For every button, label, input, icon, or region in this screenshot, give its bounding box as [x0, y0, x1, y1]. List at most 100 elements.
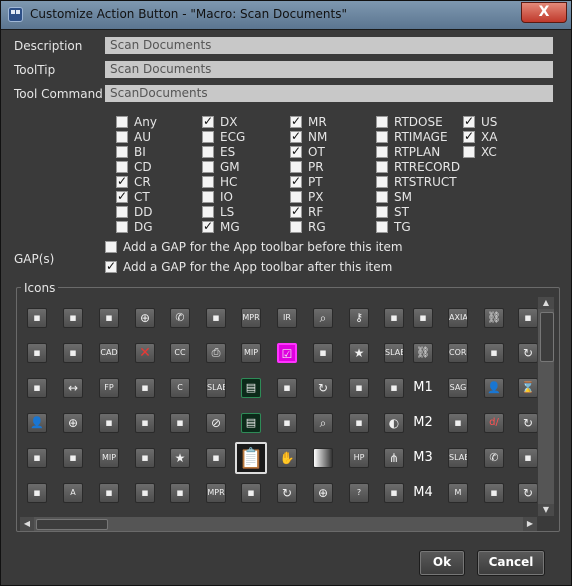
toolbar-icon-m2[interactable]: M2 [409, 413, 437, 433]
modality-checkbox-io[interactable]: IO [202, 190, 233, 204]
toolbar-icon-slab[interactable]: SLAB [448, 448, 468, 468]
hand-icon[interactable]: ✋ [277, 448, 297, 468]
checkbox-box[interactable] [376, 176, 388, 188]
modality-checkbox-rtstruct[interactable]: RTSTRUCT [376, 175, 457, 189]
stripes-icon[interactable]: ▪ [484, 343, 504, 363]
scroll-down-arrow-icon[interactable]: ▼ [538, 504, 554, 516]
vertical-scrollbar[interactable]: ▲ ▼ [538, 297, 554, 516]
double-box-icon[interactable]: ▪ [384, 483, 404, 503]
checkbox-box[interactable] [116, 161, 128, 173]
scroll-up-arrow-icon[interactable]: ▲ [538, 297, 554, 309]
circle2-icon[interactable]: ↻ [518, 483, 537, 503]
magnifier-icon[interactable]: ⌕ [313, 308, 333, 328]
checkbox-box[interactable] [202, 176, 214, 188]
modality-checkbox-ls[interactable]: LS [202, 205, 234, 219]
checkbox-box[interactable] [376, 131, 388, 143]
toolbar-icon-fp[interactable]: FP [99, 378, 119, 398]
modality-checkbox-tg[interactable]: TG [376, 220, 411, 234]
toolbar-icon-m3[interactable]: M3 [409, 448, 437, 468]
checkbox-box[interactable] [290, 174, 302, 188]
checkbox-box[interactable] [116, 189, 128, 203]
bar-icon[interactable]: ▪ [384, 378, 404, 398]
toolbar-icon-slab[interactable]: SLAB [384, 343, 404, 363]
zoom-icon[interactable]: ⌕ [313, 413, 333, 433]
close-button[interactable]: X [521, 2, 567, 23]
toolbar-icon-slab[interactable]: SLAB [206, 378, 226, 398]
checkbox-box[interactable] [202, 114, 214, 128]
ok-button[interactable]: Ok [419, 550, 465, 576]
modality-checkbox-ot[interactable]: OT [290, 144, 325, 159]
gap-after-checkbox[interactable]: Add a GAP for the App toolbar after this… [105, 259, 392, 274]
modality-checkbox-mg[interactable]: MG [202, 219, 240, 234]
cancel-button[interactable]: Cancel [477, 550, 545, 576]
checkbox-box[interactable] [116, 116, 128, 128]
binoculars-icon[interactable]: ▪ [99, 308, 119, 328]
gap-before-box[interactable] [105, 241, 117, 253]
modality-checkbox-dg[interactable]: DG [116, 220, 153, 234]
modality-checkbox-xc[interactable]: XC [463, 145, 497, 159]
checkbox-box[interactable] [376, 146, 388, 158]
horizontal-scrollbar[interactable]: ◀ ▶ [20, 517, 537, 531]
chain-icon[interactable]: ⛓ [413, 343, 433, 363]
frame-icon[interactable]: ▪ [206, 308, 226, 328]
modality-checkbox-ecg[interactable]: ECG [202, 130, 245, 144]
phone-icon[interactable]: ✆ [170, 308, 190, 328]
green-paste-icon[interactable]: ▤ [241, 413, 261, 433]
modality-checkbox-rtrecord[interactable]: RTRECORD [376, 160, 460, 174]
checkbox-box[interactable] [290, 114, 302, 128]
modality-checkbox-cr[interactable]: CR [116, 174, 151, 189]
tooltip-field[interactable]: Scan Documents [105, 61, 553, 78]
badge-icon[interactable]: ▪ [484, 483, 504, 503]
checkbox-box[interactable] [116, 146, 128, 158]
puzzle-icon[interactable]: ▪ [27, 343, 47, 363]
checkbox-box[interactable] [116, 174, 128, 188]
modality-checkbox-hc[interactable]: HC [202, 175, 237, 189]
modality-checkbox-rtimage[interactable]: RTIMAGE [376, 130, 448, 144]
checkbox-box[interactable] [116, 131, 128, 143]
wings-icon[interactable]: ▪ [277, 378, 297, 398]
checkbox-box[interactable] [202, 146, 214, 158]
toolbar-icon-sag[interactable]: SAG [448, 378, 468, 398]
checkbox-box[interactable] [202, 206, 214, 218]
toolbar-icon-[interactable]: ? [349, 483, 369, 503]
description-field[interactable]: Scan Documents [105, 37, 553, 54]
checkbox-box[interactable] [202, 131, 214, 143]
crosshair-icon[interactable]: ⊕ [135, 308, 155, 328]
person-icon[interactable]: 👤 [484, 378, 504, 398]
toolbar-icon-cornl[interactable]: CORNL [448, 343, 468, 363]
checkbox-box[interactable] [376, 161, 388, 173]
checkbox-box[interactable] [463, 146, 475, 158]
target-icon[interactable]: ⊕ [63, 413, 83, 433]
toolbar-icon-ir[interactable]: IR [277, 308, 297, 328]
star-icon[interactable]: ★ [349, 343, 369, 363]
modality-checkbox-px[interactable]: PX [290, 190, 323, 204]
modality-checkbox-rf[interactable]: RF [290, 204, 323, 219]
modality-checkbox-dx[interactable]: DX [202, 114, 237, 129]
modality-checkbox-au[interactable]: AU [116, 130, 151, 144]
gradient-icon[interactable] [313, 448, 333, 468]
toolbar-icon-m1[interactable]: M1 [409, 378, 437, 398]
pointer-icon[interactable]: ▪ [27, 308, 47, 328]
toolbar-icon-mpr[interactable]: MPR [241, 308, 261, 328]
checkbox-box[interactable] [116, 221, 128, 233]
printer-icon[interactable]: ⎙ [206, 343, 226, 363]
film-reel-icon[interactable]: ▪ [135, 448, 155, 468]
hourglass-icon[interactable]: ⌛ [518, 378, 537, 398]
toolbar-icon-m[interactable]: M [448, 483, 468, 503]
loop-icon[interactable]: ▪ [518, 308, 537, 328]
title-bar[interactable]: Customize Action Button - "Macro: Scan D… [1, 1, 571, 30]
checkbox-box[interactable] [290, 204, 302, 218]
checkbox-box[interactable] [116, 206, 128, 218]
toolbar-icon-hp[interactable]: HP [349, 448, 369, 468]
link-icon[interactable]: ⛓ [484, 308, 504, 328]
snail-icon[interactable]: ▪ [448, 413, 468, 433]
modality-checkbox-rtplan[interactable]: RTPLAN [376, 145, 440, 159]
frame2-icon[interactable]: ▪ [170, 483, 190, 503]
toolbar-icon-axial[interactable]: AXIAL [448, 308, 468, 328]
lamp-icon[interactable]: ▪ [384, 308, 404, 328]
redo-icon[interactable]: ↻ [313, 378, 333, 398]
cube-icon[interactable]: ▪ [99, 413, 119, 433]
tree-icon[interactable]: ▪ [170, 413, 190, 433]
checkbox-box[interactable] [376, 116, 388, 128]
modality-checkbox-xa[interactable]: XA [463, 129, 497, 144]
